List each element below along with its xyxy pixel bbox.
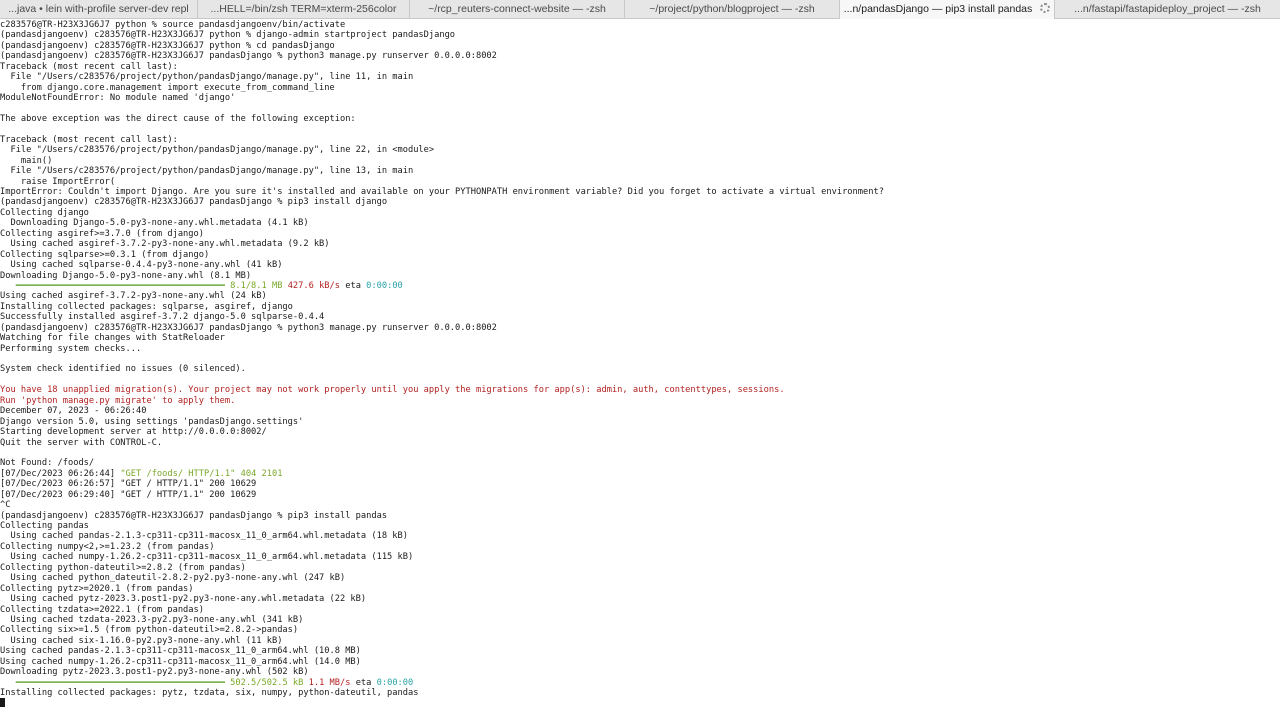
progress-eta-label: eta	[355, 677, 372, 688]
terminal-line: Performing system checks...	[0, 343, 142, 354]
terminal-line: Using cached pandas-2.1.3-cp311-cp311-ma…	[0, 646, 361, 657]
log-line-404: [07/Dec/2023 06:26:44] "GET /foods/ HTTP…	[0, 469, 1280, 479]
prompt-line[interactable]	[0, 698, 1280, 708]
tab-pandasdjango-label: ...n/pandasDjango — pip3 install pandas	[843, 3, 1033, 15]
terminal-line: Collecting django	[0, 207, 89, 218]
terminal-line: ImportError: Couldn't import Django. Are…	[0, 187, 884, 197]
terminal-line: Using cached numpy-1.26.2-cp311-cp311-ma…	[0, 552, 414, 563]
terminal-line: Collecting pandas	[0, 521, 89, 531]
terminal-line: Collecting sqlparse>=0.3.1 (from django)	[0, 249, 210, 260]
terminal-line: Successfully installed asgiref-3.7.2 dja…	[0, 312, 325, 323]
progress-bar: ━━━━━━━━━━━━━━━━━━━━━━━━━━━━━━━━━━━━━━━━	[0, 677, 231, 688]
migration-warning: You have 18 unapplied migration(s). Your…	[0, 385, 785, 396]
terminal-line: File "/Users/c283576/project/python/pand…	[0, 145, 435, 156]
progress-size: 502.5/502.5 kB	[230, 677, 304, 688]
tab-zsh-term[interactable]: ...HELL=/bin/zsh TERM=xterm-256color	[198, 0, 410, 19]
output-block-django-install: c283576@TR-H23X3JG6J7 python % source pa…	[0, 20, 1280, 281]
terminal-line: Using cached pandas-2.1.3-cp311-cp311-ma…	[0, 531, 408, 542]
output-block-pandas-install: [07/Dec/2023 06:26:57] "GET / HTTP/1.1" …	[0, 479, 1280, 677]
progress-bar: ━━━━━━━━━━━━━━━━━━━━━━━━━━━━━━━━━━━━━━━━	[0, 280, 231, 291]
migration-hint: Run 'python manage.py migrate' to apply …	[0, 395, 236, 406]
terminal-line: Collecting asgiref>=3.7.0 (from django)	[0, 228, 204, 239]
terminal-line: The above exception was the direct cause…	[0, 113, 356, 124]
loading-spinner-icon	[1040, 3, 1051, 13]
terminal-line: Traceback (most recent call last):	[0, 61, 178, 72]
progress-eta: 0:00:00	[376, 677, 414, 688]
progress-size: 8.1/8.1 MB	[230, 280, 283, 291]
terminal-line: (pandasdjangoenv) c283576@TR-H23X3JG6J7 …	[0, 197, 388, 208]
terminal-line: Downloading Django-5.0-py3-none-any.whl …	[0, 270, 252, 281]
terminal-line: File "/Users/c283576/project/python/pand…	[0, 72, 414, 83]
text-cursor	[0, 698, 5, 708]
terminal-line: Collecting numpy<2,>=1.23.2 (from pandas…	[0, 541, 215, 552]
terminal-line: December 07, 2023 - 06:26:40	[0, 406, 147, 417]
tab-blogproject[interactable]: ~/project/python/blogproject — -zsh	[625, 0, 840, 19]
terminal-line: ^C	[0, 500, 11, 511]
terminal-line: main()	[0, 155, 53, 166]
terminal-line: Downloading pytz-2023.3.post1-py2.py3-no…	[0, 667, 309, 678]
terminal-line: System check identified no issues (0 sil…	[0, 364, 246, 375]
tab-pandasdjango[interactable]: ...n/pandasDjango — pip3 install pandas	[840, 0, 1055, 19]
terminal-line: Collecting python-dateutil>=2.8.2 (from …	[0, 562, 246, 573]
terminal-line: Downloading Django-5.0-py3-none-any.whl.…	[0, 218, 309, 229]
terminal-line: Collecting pytz>=2020.1 (from pandas)	[0, 583, 194, 594]
terminal-line: Using cached pytz-2023.3.post1-py2.py3-n…	[0, 594, 367, 605]
terminal-line: (pandasdjangoenv) c283576@TR-H23X3JG6J7 …	[0, 322, 497, 333]
terminal-line: Starting development server at http://0.…	[0, 427, 267, 438]
terminal-line: Not Found: /foods/	[0, 458, 95, 469]
terminal-line: Collecting six>=1.5 (from python-dateuti…	[0, 625, 299, 636]
progress-line-pytz: ━━━━━━━━━━━━━━━━━━━━━━━━━━━━━━━━━━━━━━━━…	[0, 678, 1280, 688]
terminal-line: Installing collected packages: sqlparse,…	[0, 301, 293, 312]
terminal-line: Using cached numpy-1.26.2-cp311-cp311-ma…	[0, 656, 361, 667]
terminal-line: Using cached six-1.16.0-py2.py3-none-any…	[0, 635, 283, 646]
terminal-line: Traceback (most recent call last):	[0, 134, 178, 145]
tab-lein-repl[interactable]: ...java • lein with-profile server-dev r…	[0, 0, 198, 19]
terminal-line: (pandasdjangoenv) c283576@TR-H23X3JG6J7 …	[0, 30, 456, 41]
output-block-runserver: Using cached asgiref-3.7.2-py3-none-any.…	[0, 291, 1280, 385]
log-message-404: "GET /foods/ HTTP/1.1" 404 2101	[120, 468, 283, 479]
tab-fastapi[interactable]: ...n/fastapi/fastapideploy_project — -zs…	[1055, 0, 1280, 19]
terminal-line: Using cached tzdata-2023.3-py2.py3-none-…	[0, 614, 304, 625]
terminal-line: Using cached sqlparse-0.4.4-py3-none-any…	[0, 260, 283, 271]
terminal-line: Django version 5.0, using settings 'pand…	[0, 416, 304, 427]
terminal-line: File "/Users/c283576/project/python/pand…	[0, 166, 414, 177]
progress-eta: 0:00:00	[366, 280, 403, 291]
terminal-line: Quit the server with CONTROL-C.	[0, 437, 163, 448]
terminal-line: c283576@TR-H23X3JG6J7 python % source pa…	[0, 20, 346, 30]
terminal-line: (pandasdjangoenv) c283576@TR-H23X3JG6J7 …	[0, 40, 335, 51]
progress-speed: 427.6 kB/s	[287, 280, 340, 291]
log-timestamp: [07/Dec/2023 06:26:44]	[0, 468, 121, 479]
terminal-line: (pandasdjangoenv) c283576@TR-H23X3JG6J7 …	[0, 510, 388, 521]
terminal-line: [07/Dec/2023 06:29:40] "GET / HTTP/1.1" …	[0, 489, 257, 500]
terminal-line: Watching for file changes with StatReloa…	[0, 333, 225, 344]
progress-line-django: ━━━━━━━━━━━━━━━━━━━━━━━━━━━━━━━━━━━━━━━━…	[0, 281, 1280, 291]
terminal-line: Using cached asgiref-3.7.2-py3-none-any.…	[0, 239, 330, 250]
terminal-line: (pandasdjangoenv) c283576@TR-H23X3JG6J7 …	[0, 51, 497, 62]
progress-speed: 1.1 MB/s	[308, 677, 351, 688]
terminal-line: ModuleNotFoundError: No module named 'dj…	[0, 93, 236, 104]
terminal-line: [07/Dec/2023 06:26:57] "GET / HTTP/1.1" …	[0, 479, 257, 490]
output-block-server-info: December 07, 2023 - 06:26:40 Django versi…	[0, 406, 1280, 469]
tab-rcp-reuters[interactable]: ~/rcp_reuters-connect-website — -zsh	[410, 0, 625, 19]
terminal-line: Using cached asgiref-3.7.2-py3-none-any.…	[0, 291, 267, 302]
terminal-line: Collecting tzdata>=2022.1 (from pandas)	[0, 604, 204, 615]
progress-eta-label: eta	[345, 280, 361, 291]
terminal-line: raise ImportError(	[0, 176, 116, 187]
terminal-line: Using cached python_dateutil-2.8.2-py2.p…	[0, 573, 346, 584]
terminal-tab-bar: ...java • lein with-profile server-dev r…	[0, 0, 1280, 19]
terminal-output[interactable]: c283576@TR-H23X3JG6J7 python % source pa…	[0, 20, 1280, 720]
installing-pandas-line: Installing collected packages: pytz, tzd…	[0, 688, 419, 698]
terminal-line: from django.core.management import execu…	[0, 82, 335, 93]
